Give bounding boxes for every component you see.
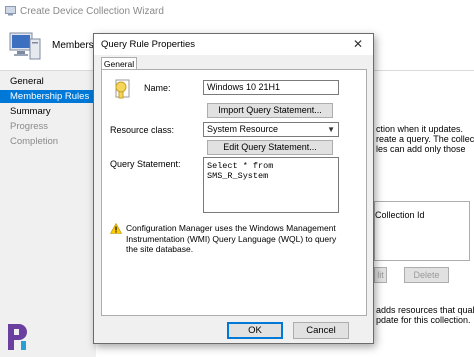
nav-item-membership-rules[interactable]: Membership Rules [0, 90, 96, 103]
computer-icon [9, 32, 41, 60]
cancel-button[interactable]: Cancel [293, 322, 349, 339]
import-query-statement-button[interactable]: Import Query Statement... [207, 103, 333, 118]
bg-text-1: ction when it updates. [376, 124, 464, 134]
chevron-down-icon: ▼ [327, 125, 335, 134]
warning-icon [110, 223, 122, 234]
prajwal-logo [8, 324, 27, 350]
dialog-title-bar: Query Rule Properties ✕ [94, 34, 373, 55]
close-icon[interactable]: ✕ [351, 37, 365, 51]
wizard-nav: General Membership Rules Summary Progres… [0, 71, 96, 357]
nav-item-completion: Completion [10, 136, 59, 147]
table-header-collection-id: Collection Id [375, 210, 425, 220]
name-input[interactable]: Windows 10 21H1 [203, 80, 339, 95]
bg-text-3: les can add only those [376, 144, 466, 154]
bg-text-5: pdate for this collection. [376, 315, 471, 325]
name-label: Name: [144, 83, 171, 93]
wizard-title-bar: Create Device Collection Wizard [0, 0, 474, 24]
nav-item-general[interactable]: General [0, 75, 96, 88]
nav-item-progress: Progress [10, 121, 49, 132]
general-tab-panel: Name: Windows 10 21H1 Import Query State… [101, 69, 367, 316]
wizard-title: Create Device Collection Wizard [20, 6, 164, 17]
delete-rule-button[interactable]: Delete [404, 267, 449, 283]
rules-table[interactable]: Collection Id [374, 201, 470, 261]
edit-query-statement-button[interactable]: Edit Query Statement... [207, 140, 333, 155]
bg-text-4: adds resources that qualify [376, 305, 474, 315]
bg-text-2: reate a query. The collection [376, 134, 474, 144]
query-rule-properties-dialog: Query Rule Properties ✕ General Name: Wi… [93, 33, 374, 344]
resource-class-label: Resource class: [110, 125, 175, 135]
ok-button[interactable]: OK [227, 322, 283, 339]
query-statement-textarea[interactable]: Select * from SMS_R_System [203, 157, 339, 213]
edit-rule-button[interactable]: lit [374, 267, 387, 283]
dialog-title: Query Rule Properties [101, 39, 195, 50]
query-rule-icon [115, 79, 130, 99]
wmi-warning-text: Configuration Manager uses the Windows M… [126, 223, 337, 254]
computer-icon [5, 6, 16, 16]
resource-class-select[interactable]: System Resource ▼ [203, 122, 339, 137]
resource-class-value: System Resource [207, 124, 279, 134]
nav-item-summary[interactable]: Summary [0, 105, 96, 118]
query-statement-label: Query Statement: [110, 159, 181, 169]
